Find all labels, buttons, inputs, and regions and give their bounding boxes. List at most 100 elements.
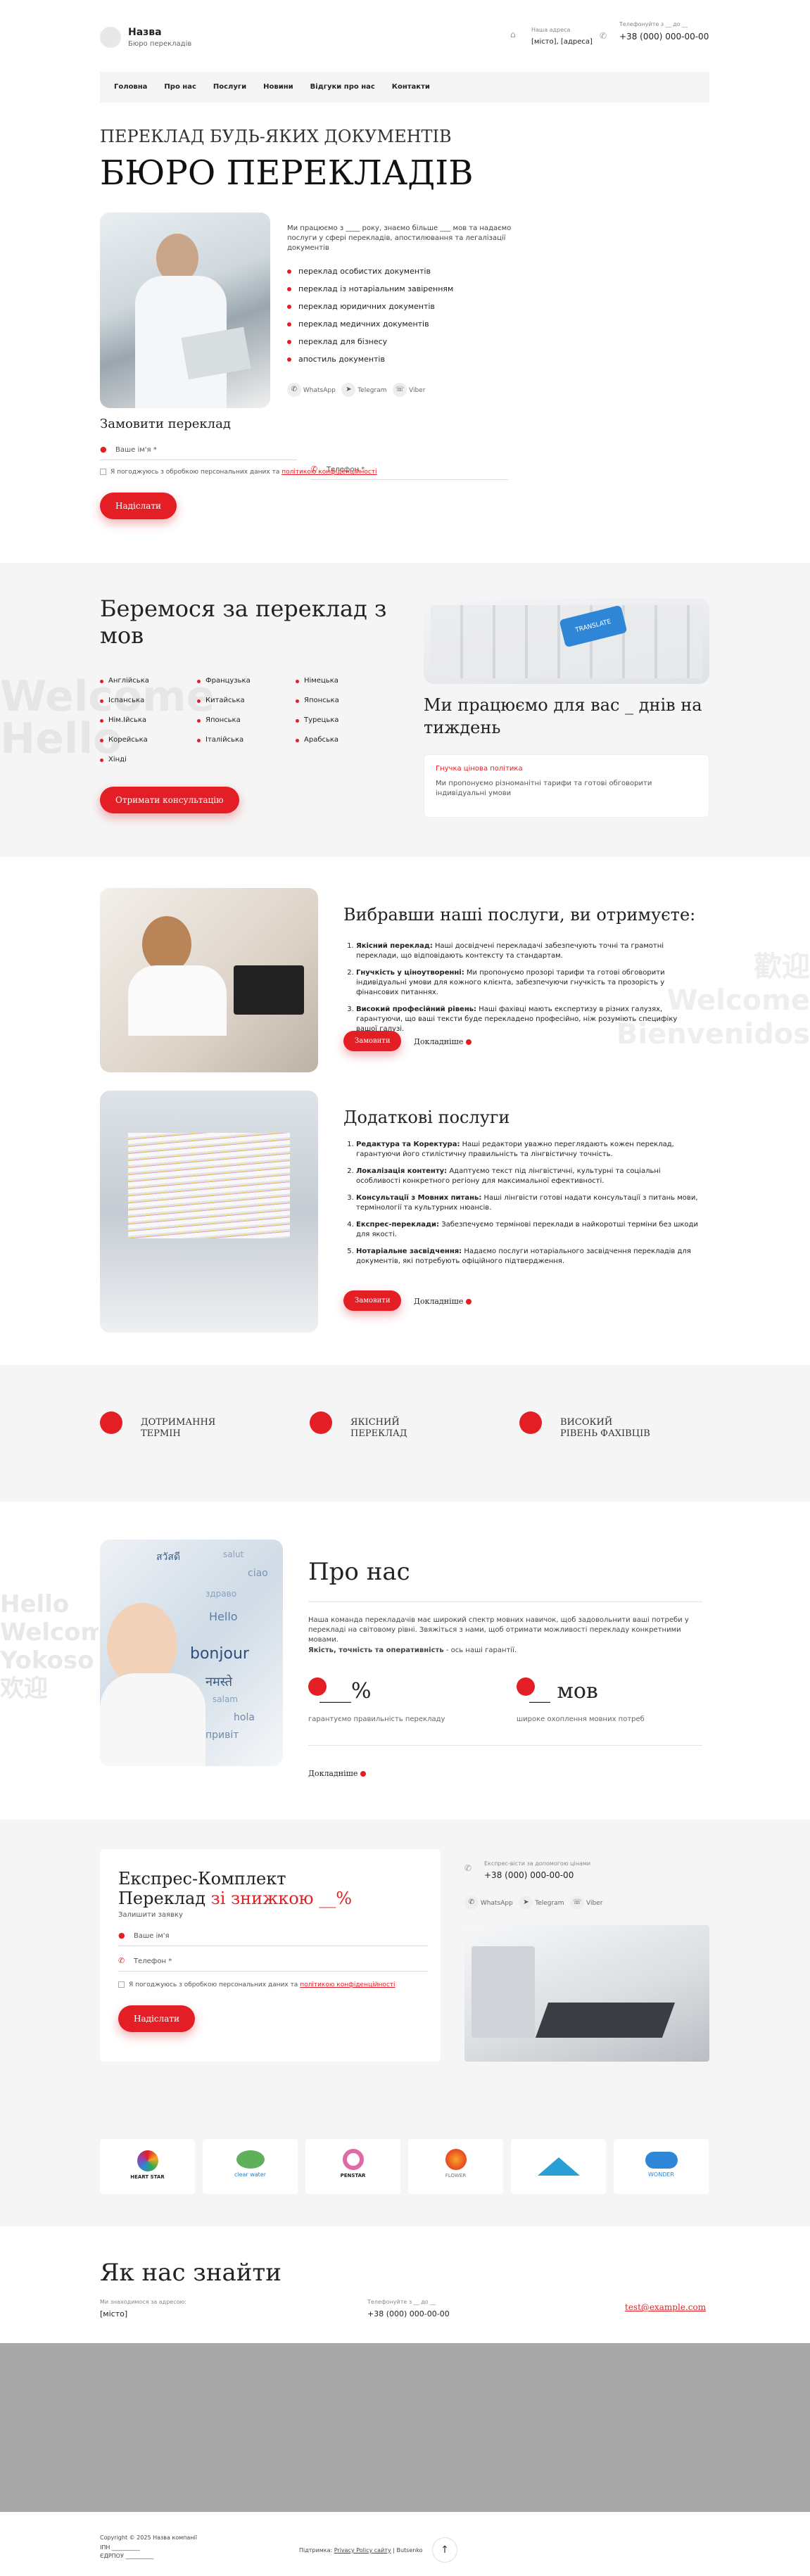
partner-logo: FLOWER: [408, 2139, 503, 2194]
stat-percent-label: гарантуємо правильність перекладу: [308, 1715, 445, 1723]
consent-checkbox[interactable]: Я погоджуюсь з обробкою персональних дан…: [118, 1981, 395, 1988]
partner-logo: [511, 2139, 606, 2194]
about-title: Про нас: [308, 1558, 410, 1586]
name-field[interactable]: ● Ваше ім'я: [118, 1927, 428, 1946]
privacy-link[interactable]: політикою конфіденційності: [300, 1981, 395, 1988]
word-salam: salam: [213, 1694, 238, 1704]
find-title: Як нас знайти: [100, 2259, 281, 2287]
pricing-card: Гнучка цінова політика Ми пропонуємо різ…: [424, 754, 709, 818]
nav-news[interactable]: Новини: [255, 72, 302, 103]
word-hola: hola: [234, 1712, 255, 1723]
phone-field[interactable]: ✆ Телефон *: [118, 1952, 428, 1972]
whatsapp-link[interactable]: ✆ WhatsApp: [464, 1896, 513, 1910]
map-area[interactable]: [0, 2343, 810, 2512]
arrow-icon: [360, 1771, 366, 1777]
extra-services-title: Додаткові послуги: [343, 1108, 510, 1127]
list-item: Консультації з Мовних питань: Наші лінгв…: [356, 1193, 706, 1213]
language-item: Турецька: [296, 711, 387, 730]
footer-policy-link[interactable]: Privacy Policy сайту: [334, 2547, 391, 2553]
list-item: переклад для бізнесу: [287, 336, 519, 348]
list-item: Редактура та Коректура: Наші редактори у…: [356, 1140, 706, 1160]
contact-phone[interactable]: +38 (000) 000-00-00: [484, 1870, 574, 1880]
find-phone-label: Телефонуйте з __ до __: [367, 2299, 436, 2305]
partner-logo: HEART STAR: [100, 2139, 195, 2194]
location-icon: ⌂: [510, 30, 516, 39]
find-address-label: Ми знаходимося за адресою:: [100, 2299, 186, 2305]
main-nav: Головна Про нас Послуги Новини Відгуки про н…: [100, 72, 709, 103]
express-subtitle: Залишити заявку: [118, 1911, 183, 1919]
order-button[interactable]: Замовити: [343, 1290, 402, 1311]
keyboard-photo: TRANSLATE: [424, 598, 709, 684]
arrow-icon: [465, 1039, 472, 1045]
consultation-button[interactable]: Отримати консультацію: [100, 787, 239, 813]
word-sawasdee: สวัสดี: [156, 1552, 181, 1563]
nav-home[interactable]: Головна: [106, 72, 156, 103]
more-link[interactable]: Докладніше: [308, 1769, 366, 1778]
hero-subtitle: ПЕРЕКЛАД БУДЬ-ЯКИХ ДОКУМЕНТІВ: [100, 127, 452, 146]
name-field[interactable]: ● Ваше ім'я *: [100, 440, 297, 460]
word-bonjour: bonjour: [190, 1645, 249, 1663]
telegram-link[interactable]: ➤ Telegram: [519, 1896, 564, 1910]
stat-languages-label: широке охоплення мовних потреб: [517, 1715, 645, 1723]
stat-languages-value: __ мов: [529, 1679, 598, 1703]
nav-reviews[interactable]: Відгуки про нас: [302, 72, 384, 103]
word-hello: Hello: [209, 1610, 238, 1623]
list-item: переклад юридичних документів: [287, 301, 519, 312]
list-item: переклад особистих документів: [287, 266, 519, 277]
arrow-up-icon: ↑: [441, 2544, 449, 2556]
nav-services[interactable]: Послуги: [205, 72, 255, 103]
telegram-link[interactable]: ➤ Telegram: [341, 383, 387, 397]
about-text: Наша команда перекладачів має широкий сп…: [308, 1616, 689, 1644]
clock-icon: [100, 1411, 122, 1434]
pricing-card-title: Гнучка цінова політика: [436, 765, 523, 773]
word-zdravo: здраво: [205, 1589, 237, 1599]
scroll-to-top-button[interactable]: ↑: [432, 2537, 457, 2563]
partner-logo: WONDER: [614, 2139, 709, 2194]
email-link[interactable]: test@example.com: [625, 2302, 706, 2312]
logo-subtitle: Бюро перекладів: [128, 40, 192, 48]
languages-col-3: Німецька Японська Турецька Арабська: [296, 671, 387, 750]
language-item: Китайська: [197, 691, 289, 711]
nav-about[interactable]: Про нас: [156, 72, 204, 103]
phone-icon: ✆: [118, 1956, 125, 1965]
list-item: Гнучкість у ціноутворенні: Ми пропонуємо…: [356, 968, 699, 998]
language-item: Японська: [296, 691, 387, 711]
documents-photo: [100, 1091, 318, 1333]
phone-value[interactable]: +38 (000) 000-00-00: [619, 31, 711, 42]
viber-icon: ☏: [570, 1896, 585, 1910]
languages-title: Беремося за переклад з мов: [100, 595, 387, 649]
language-item: Японська: [197, 711, 289, 730]
about-guarantee: Якість, точність та оперативність - ось …: [308, 1647, 517, 1654]
more-link[interactable]: Докладніше: [414, 1297, 472, 1306]
checkbox-icon: [118, 1981, 125, 1988]
viber-link[interactable]: ☏ Viber: [393, 383, 425, 397]
footer-edrpou: ЄДРПОУ __________: [100, 2553, 154, 2559]
hero-intro: Ми працюємо з ____ року, знаємо більше _…: [287, 224, 512, 252]
extra-services-list: Редактура та Коректура: Наші редактори у…: [343, 1140, 706, 1274]
find-phone-value[interactable]: +38 (000) 000-00-00: [367, 2309, 450, 2318]
hero-photo: [100, 212, 270, 408]
word-namaste: नमस्ते: [205, 1675, 233, 1689]
privacy-link[interactable]: політикою конфіденційності: [281, 469, 376, 476]
quality-icon: [310, 1411, 332, 1434]
submit-button[interactable]: Надіслати: [118, 2005, 195, 2032]
woman-writing-photo: [100, 888, 318, 1072]
word-ciao: ciao: [248, 1568, 268, 1579]
checkbox-icon: [100, 469, 106, 475]
list-item: апостиль документів: [287, 354, 519, 365]
language-item: Корейська: [100, 730, 191, 750]
pricing-card-text: Ми пропонуємо різноманітні тарифи та гот…: [436, 780, 652, 797]
language-item: Іспанська: [100, 691, 191, 711]
more-link[interactable]: Докладніше: [414, 1037, 472, 1046]
language-item: Французька: [197, 671, 289, 691]
order-button[interactable]: Замовити: [343, 1031, 402, 1051]
phone-label: Телефонуйте з __ до __: [619, 21, 688, 27]
submit-button[interactable]: Надіслати: [100, 493, 177, 519]
whatsapp-link[interactable]: ✆ WhatsApp: [287, 383, 336, 397]
nav-contacts[interactable]: Контакти: [384, 72, 438, 103]
benefits-title: Вибравши наші послуги, ви отримуєте:: [343, 905, 696, 925]
consent-checkbox[interactable]: Я погоджуюсь з обробкою персональних дан…: [100, 469, 377, 476]
list-item: Якісний переклад: Наші досвідчені перекл…: [356, 941, 699, 961]
desk-photo: [464, 1925, 709, 2062]
viber-link[interactable]: ☏ Viber: [570, 1896, 602, 1910]
